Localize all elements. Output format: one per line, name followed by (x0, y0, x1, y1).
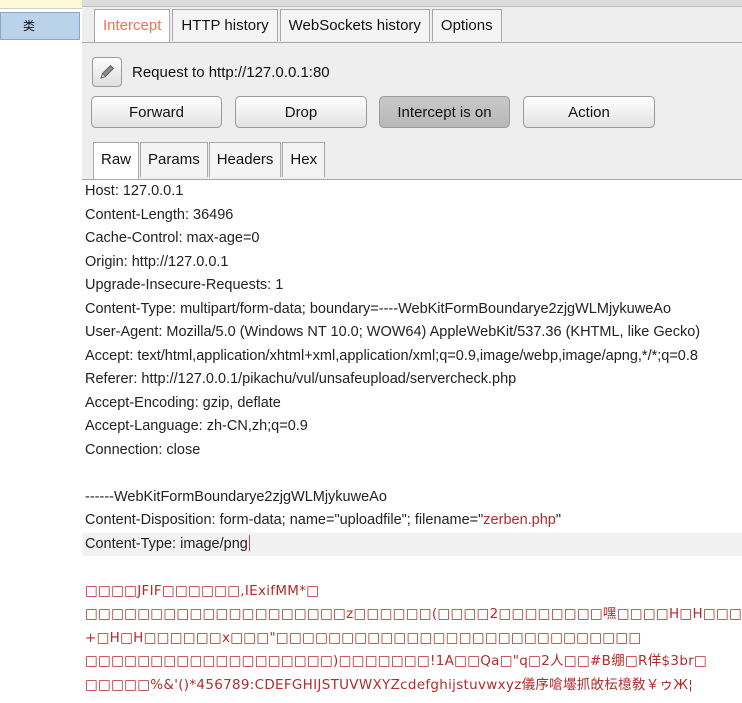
part-content-type-text: Content-Type: image/png (85, 535, 248, 552)
top-strip (82, 0, 742, 7)
proxy-panel: Intercept HTTP history WebSockets histor… (82, 0, 742, 703)
header-line-origin: Origin: http://127.0.0.1 (85, 253, 229, 270)
request-info-row: Request to http://127.0.0.1:80 (92, 56, 330, 88)
action-button[interactable]: Action (523, 96, 655, 128)
forward-button[interactable]: Forward (91, 96, 222, 128)
header-line-accept-language: Accept-Language: zh-CN,zh;q=0.9 (85, 418, 308, 434)
text-caret (248, 534, 250, 551)
disposition-suffix: " (555, 512, 562, 528)
tabs-divider (82, 42, 742, 43)
binary-line: +□H□H□□□□□□x□□□"□□□□□□□□□□□□□□□□□□□□□□□□… (85, 629, 642, 646)
tab-params[interactable]: Params (140, 142, 208, 177)
edit-request-button[interactable] (92, 57, 122, 87)
content-disposition-line: Content-Disposition: form-data; name="up… (82, 509, 742, 533)
boundary-line: ------WebKitFormBoundarye2zjgWLMjykuweAo (85, 488, 387, 505)
left-panel-top-strip (0, 0, 82, 9)
left-panel: 类 (0, 0, 83, 703)
header-line-connection: Connection: close (85, 441, 201, 458)
part-content-type-line: Content-Type: image/png (82, 532, 742, 556)
header-line-accept: Accept: text/html,application/xhtml+xml,… (85, 347, 698, 364)
header-line-accept-encoding: Accept-Encoding: gzip, deflate (85, 394, 281, 411)
raw-request-editor[interactable]: Host: 127.0.0.1 Content-Length: 36496 Ca… (82, 180, 742, 703)
binary-line: □□□□□%&'()*456789:CDEFGHIJSTUVWXYZcdefgh… (85, 676, 694, 693)
tab-headers[interactable]: Headers (208, 142, 282, 177)
header-line-content-length: Content-Length: 36496 (85, 206, 234, 223)
header-line-referer: Referer: http://127.0.0.1/pikachu/vul/un… (85, 371, 517, 387)
tab-websockets-history[interactable]: WebSockets history (279, 9, 430, 41)
left-panel-item[interactable]: 类 (0, 12, 80, 40)
request-target-label: Request to http://127.0.0.1:80 (132, 63, 330, 81)
binary-line: □□□□□□□□□□□□□□□□□□□)□□□□□□□!1A□□Qa□"q□2人… (85, 653, 708, 669)
tab-options[interactable]: Options (431, 9, 502, 41)
disposition-prefix: Content-Disposition: form-data; name="up… (85, 512, 484, 528)
tab-intercept[interactable]: Intercept (94, 9, 171, 43)
header-line-content-type: Content-Type: multipart/form-data; bound… (85, 300, 672, 317)
intercept-toggle-button[interactable]: Intercept is on (379, 96, 510, 128)
intercept-buttons: Forward Drop Intercept is on Action (91, 96, 670, 128)
binary-line: □□□□JFIF□□□□□□,IExifMM*□ (85, 582, 320, 599)
header-line-host: Host: 127.0.0.1 (85, 183, 184, 199)
upload-filename: zerben.php (483, 512, 556, 528)
drop-button[interactable]: Drop (235, 96, 367, 128)
binary-line: □□□□□□□□□□□□□□□□□□□□z□□□□□□(□□□□2□□□□□□□… (85, 606, 742, 622)
tab-raw[interactable]: Raw (93, 142, 140, 180)
header-line-upgrade-insecure: Upgrade-Insecure-Requests: 1 (85, 277, 284, 293)
header-line-cache-control: Cache-Control: max-age=0 (85, 230, 260, 246)
message-view-tabs: Raw Params Headers Hex (93, 142, 326, 180)
tab-hex[interactable]: Hex (282, 142, 326, 177)
pencil-icon (100, 64, 115, 79)
header-line-user-agent: User-Agent: Mozilla/5.0 (Windows NT 10.0… (85, 324, 701, 340)
tab-http-history[interactable]: HTTP history (172, 9, 278, 41)
proxy-tabs: Intercept HTTP history WebSockets histor… (94, 9, 504, 43)
